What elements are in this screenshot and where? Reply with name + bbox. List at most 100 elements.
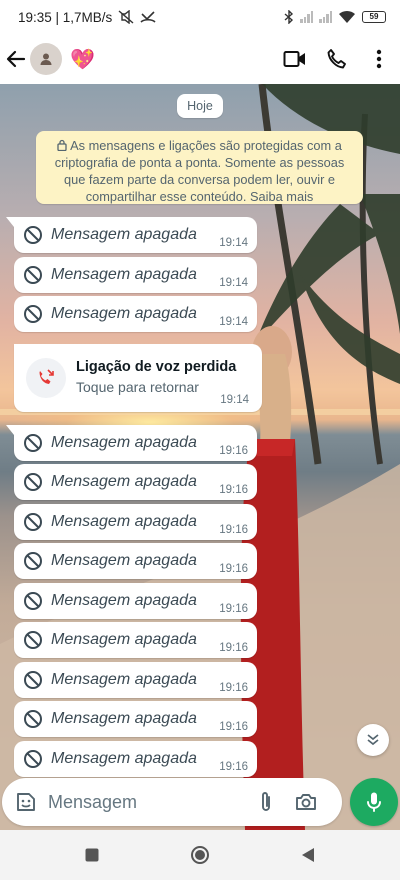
message-composer: [2, 778, 342, 826]
message-time: 19:16: [219, 603, 248, 615]
battery-icon: 59: [362, 11, 386, 23]
deleted-icon: [24, 473, 42, 491]
message-text: Mensagem apagada: [51, 552, 197, 569]
video-call-icon: [283, 51, 305, 67]
mute-icon: [118, 10, 134, 24]
missed-call-icon: [39, 369, 54, 384]
camera-icon: [296, 794, 316, 810]
message-time: 19:16: [219, 761, 248, 773]
signal-icon: [300, 11, 313, 23]
message-bubble[interactable]: Mensagem apagada 19:14: [6, 217, 257, 253]
contact-name[interactable]: 💖: [70, 47, 95, 72]
avatar-icon: [40, 53, 52, 65]
message-text: Mensagem apagada: [51, 513, 197, 530]
more-options-button[interactable]: [358, 37, 400, 81]
encryption-notice-text: As mensagens e ligações são protegidas c…: [54, 138, 345, 204]
nav-back-icon: [302, 848, 314, 862]
wifi-icon: [339, 10, 355, 23]
deleted-icon: [24, 671, 42, 689]
lock-icon: [57, 139, 67, 151]
message-bubble[interactable]: Mensagem apagada 19:16: [14, 741, 257, 777]
bubble-tail: [6, 425, 14, 435]
message-time: 19:16: [219, 642, 248, 654]
message-bubble[interactable]: Mensagem apagada 19:16: [14, 543, 257, 579]
deleted-icon: [24, 552, 42, 570]
phone-icon: [327, 49, 346, 69]
sticker-button[interactable]: [6, 782, 46, 822]
video-call-button[interactable]: [274, 37, 316, 81]
attach-button[interactable]: [248, 782, 284, 822]
message-bubble[interactable]: Mensagem apagada 19:16: [14, 504, 257, 540]
system-nav-bar: [0, 830, 400, 880]
message-text: Mensagem apagada: [51, 631, 197, 648]
bubble-tail: [6, 217, 14, 227]
nav-circle-icon: [191, 846, 209, 864]
missed-call-icon-wrap: [26, 358, 66, 398]
chevron-down-icon: [367, 734, 379, 746]
missed-call-title: Ligação de voz perdida: [76, 359, 237, 375]
message-time: 19:14: [219, 316, 248, 328]
status-time-speed: 19:35 | 1,7MB/s: [18, 9, 113, 25]
message-bubble[interactable]: Mensagem apagada 19:14: [14, 296, 257, 332]
mic-icon: [367, 792, 381, 812]
nav-back-button[interactable]: [288, 835, 328, 875]
message-time: 19:14: [219, 277, 248, 289]
message-time: 19:14: [219, 237, 248, 249]
nav-square-icon: [85, 848, 99, 862]
more-icon: [376, 49, 382, 69]
deleted-icon: [24, 710, 42, 728]
deleted-icon: [24, 226, 42, 244]
message-bubble[interactable]: Mensagem apagada 19:16: [6, 425, 257, 461]
encryption-notice[interactable]: As mensagens e ligações são protegidas c…: [36, 131, 363, 204]
voice-call-button[interactable]: [316, 37, 358, 81]
message-bubble[interactable]: Mensagem apagada 19:16: [14, 583, 257, 619]
missed-call-subtitle: Toque para retornar: [76, 379, 199, 395]
deleted-icon: [24, 513, 42, 531]
message-time: 19:16: [219, 721, 248, 733]
message-bubble[interactable]: Mensagem apagada 19:16: [14, 662, 257, 698]
home-button[interactable]: [180, 835, 220, 875]
sticker-icon: [17, 793, 35, 811]
signal-2-icon: [319, 11, 332, 23]
deleted-icon: [24, 592, 42, 610]
back-arrow-icon[interactable]: [2, 39, 30, 79]
avatar[interactable]: [30, 43, 62, 75]
attach-icon: [262, 792, 270, 811]
message-input[interactable]: [48, 782, 248, 822]
deleted-icon: [24, 434, 42, 452]
message-text: Mensagem apagada: [51, 710, 197, 727]
message-text: Mensagem apagada: [51, 750, 197, 767]
missed-call-status-icon: [140, 11, 156, 23]
message-text: Mensagem apagada: [51, 305, 197, 322]
message-bubble[interactable]: Mensagem apagada 19:16: [14, 464, 257, 500]
message-text: Mensagem apagada: [51, 671, 197, 688]
message-text: Mensagem apagada: [51, 266, 197, 283]
message-time: 19:16: [219, 484, 248, 496]
chat-header: 💖: [0, 34, 400, 84]
message-text: Mensagem apagada: [51, 592, 197, 609]
voice-record-button[interactable]: [350, 778, 398, 826]
deleted-icon: [24, 305, 42, 323]
message-bubble[interactable]: Mensagem apagada 19:14: [14, 257, 257, 293]
message-bubble[interactable]: Mensagem apagada 19:16: [14, 701, 257, 737]
missed-call-bubble[interactable]: Ligação de voz perdida Toque para retorn…: [14, 344, 262, 412]
chat-area[interactable]: Hoje As mensagens e ligações são protegi…: [0, 84, 400, 830]
message-time: 19:16: [219, 524, 248, 536]
status-bar: 19:35 | 1,7MB/s 59: [0, 0, 400, 34]
message-time: 19:16: [219, 563, 248, 575]
message-bubble[interactable]: Mensagem apagada 19:16: [14, 622, 257, 658]
message-time: 19:16: [219, 445, 248, 457]
date-chip: Hoje: [177, 94, 223, 118]
message-text: Mensagem apagada: [51, 226, 197, 243]
bluetooth-icon: [284, 10, 294, 24]
message-time: 19:16: [219, 682, 248, 694]
deleted-icon: [24, 631, 42, 649]
message-text: Mensagem apagada: [51, 473, 197, 490]
message-text: Mensagem apagada: [51, 434, 197, 451]
recents-button[interactable]: [72, 835, 112, 875]
scroll-to-bottom-button[interactable]: [357, 724, 389, 756]
camera-button[interactable]: [288, 782, 324, 822]
missed-call-time: 19:14: [220, 394, 249, 406]
deleted-icon: [24, 750, 42, 768]
deleted-icon: [24, 266, 42, 284]
